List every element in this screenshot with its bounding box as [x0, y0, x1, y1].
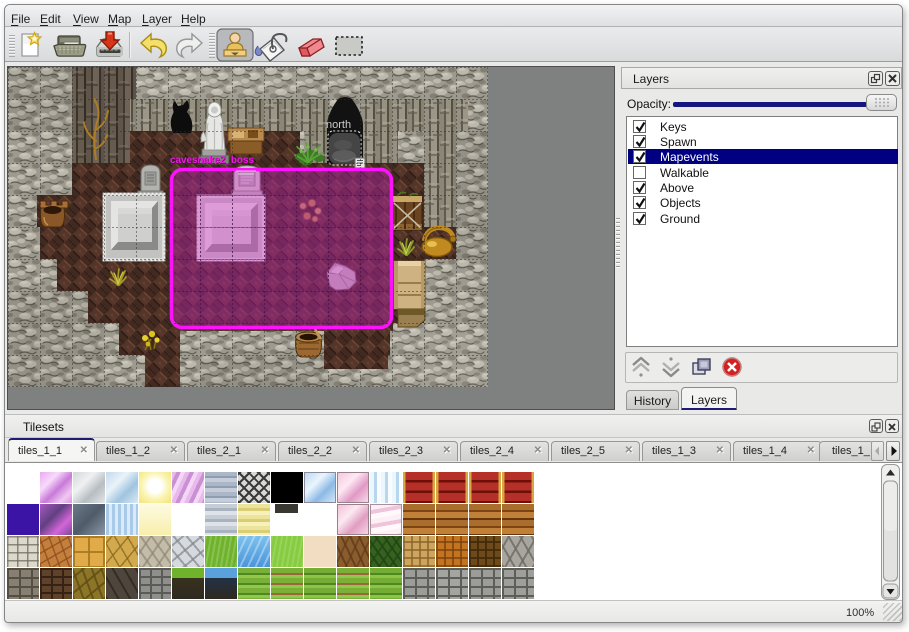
svg-text:cavesnake2_boss: cavesnake2_boss	[170, 155, 254, 166]
svg-text:north: north	[326, 119, 351, 131]
